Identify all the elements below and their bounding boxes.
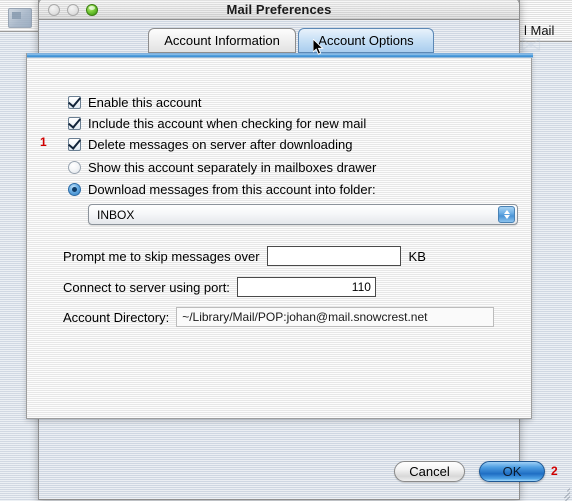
background-window-title: l Mail — [524, 23, 555, 38]
account-directory-value: ~/Library/Mail/POP:johan@mail.snowcrest.… — [176, 307, 495, 327]
checkbox-include-when-checking-label: Include this account when checking for n… — [88, 116, 367, 131]
account-directory-label: Account Directory: — [63, 309, 170, 325]
radio-row-download-into-folder[interactable]: Download messages from this account into… — [68, 182, 376, 197]
checkbox-enable-account[interactable] — [68, 96, 81, 109]
radio-download-into-folder[interactable] — [68, 183, 81, 196]
checkbox-row-enable-account[interactable]: Enable this account — [68, 95, 201, 110]
folder-select-value: INBOX — [97, 207, 135, 222]
cancel-button[interactable]: Cancel — [394, 461, 465, 482]
checkbox-row-include-when-checking[interactable]: Include this account when checking for n… — [68, 116, 366, 131]
mini-app-icon — [8, 8, 32, 28]
checkbox-delete-messages-on-server-label: Delete messages on server after download… — [88, 137, 353, 152]
tab-account-information-label: Account Information — [164, 33, 280, 48]
field-row-skip-messages: Prompt me to skip messages over KB — [63, 246, 426, 266]
radio-download-into-folder-label: Download messages from this account into… — [88, 182, 376, 197]
radio-row-show-separately[interactable]: Show this account separately in mailboxe… — [68, 160, 376, 175]
radio-show-separately-label: Show this account separately in mailboxe… — [88, 160, 377, 175]
annotation-marker-1: 1 — [40, 135, 47, 149]
radio-show-separately[interactable] — [68, 161, 81, 174]
server-port-input[interactable] — [236, 277, 376, 297]
skip-messages-label: Prompt me to skip messages over — [63, 248, 260, 264]
ok-button-label: OK — [502, 464, 522, 479]
screen: l Mail @ ✉ ≡≡≡ Mail Preferences Account … — [0, 0, 572, 501]
checkbox-enable-account-label: Enable this account — [88, 95, 202, 110]
panel-top-rule — [27, 53, 533, 58]
field-row-server-port: Connect to server using port: — [63, 277, 376, 297]
field-row-account-directory: Account Directory: ~/Library/Mail/POP:jo… — [63, 307, 495, 327]
server-port-label: Connect to server using port: — [63, 279, 230, 295]
resize-grip[interactable] — [556, 485, 571, 501]
skip-messages-unit-label: KB — [408, 248, 426, 264]
checkbox-row-delete-messages-on-server[interactable]: Delete messages on server after download… — [68, 137, 352, 152]
cancel-button-label: Cancel — [409, 464, 450, 479]
title-bar[interactable]: Mail Preferences — [38, 0, 520, 20]
tab-strip: Account Information Account Options — [39, 28, 519, 54]
checkbox-delete-messages-on-server[interactable] — [68, 138, 81, 151]
ok-button[interactable]: OK — [479, 461, 545, 482]
folder-select[interactable]: INBOX — [88, 204, 518, 225]
tab-account-options[interactable]: Account Options — [298, 28, 434, 53]
skip-messages-input[interactable] — [266, 246, 401, 266]
page-title: Mail Preferences — [226, 2, 332, 17]
tab-account-options-label: Account Options — [318, 33, 414, 48]
tab-account-information[interactable]: Account Information — [148, 28, 296, 53]
annotation-marker-2: 2 — [551, 464, 558, 478]
checkbox-include-when-checking[interactable] — [68, 117, 81, 130]
chevron-up-down-icon[interactable] — [498, 206, 515, 223]
background-window-right[interactable]: l Mail — [516, 0, 572, 42]
